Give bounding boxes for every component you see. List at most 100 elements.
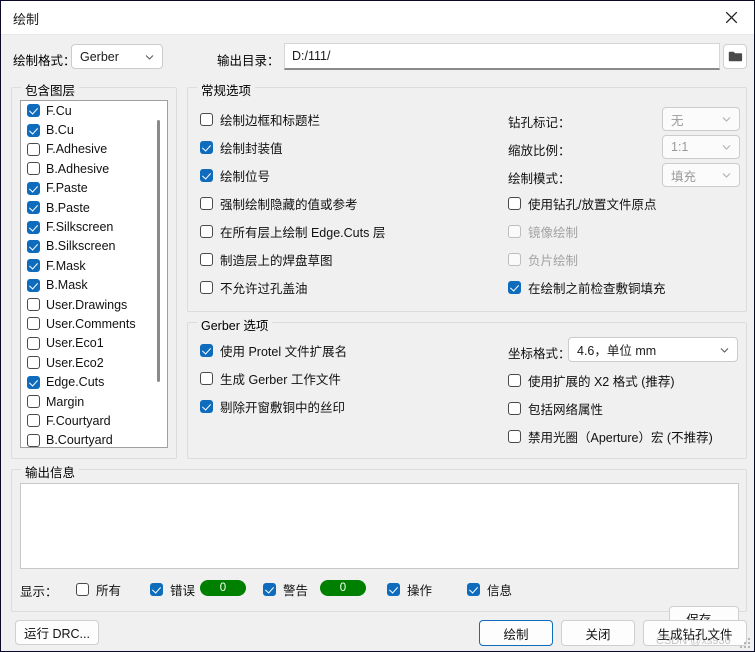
option-gen-right-0[interactable]: 使用钻孔/放置文件原点 <box>508 194 656 213</box>
checkbox-unchecked[interactable] <box>508 430 521 443</box>
output-filter-3[interactable]: 操作 <box>387 580 432 599</box>
scale-select[interactable]: 1:1 <box>662 135 740 159</box>
checkbox-checked[interactable] <box>27 278 40 292</box>
run-drc-button[interactable]: 运行 DRC... <box>15 620 99 645</box>
checkbox-checked[interactable] <box>150 583 163 596</box>
checkbox-checked[interactable] <box>387 583 400 596</box>
checkbox-unchecked[interactable] <box>27 298 40 312</box>
checkbox-unchecked[interactable] <box>76 583 89 596</box>
layer-item-b-adhesive[interactable]: B.Adhesive <box>21 159 167 178</box>
checkbox-checked[interactable] <box>200 141 213 154</box>
browse-output-dir-button[interactable] <box>723 44 747 69</box>
option-ger-right-2[interactable]: 禁用光圈（Aperture）宏 (不推荐) <box>508 427 713 446</box>
layer-item-user-eco2[interactable]: User.Eco2 <box>21 353 167 372</box>
layer-item-margin[interactable]: Margin <box>21 392 167 411</box>
output-filter-0[interactable]: 所有 <box>76 580 121 599</box>
checkbox-unchecked[interactable] <box>508 197 521 210</box>
layer-item-label: F.Mask <box>46 258 86 273</box>
checkbox-checked[interactable] <box>508 281 521 294</box>
folder-icon <box>728 51 742 62</box>
plot-mode-select[interactable]: 填充 <box>662 163 740 187</box>
coord-format-select[interactable]: 4.6，单位 mm <box>568 337 738 362</box>
layer-list[interactable]: F.Cu B.Cu F.Adhesive B.Adhesive F.Paste B.Pas… <box>20 100 168 448</box>
output-log[interactable] <box>20 483 739 569</box>
option-label: 不允许过孔盖油 <box>220 282 308 296</box>
checkbox-unchecked[interactable] <box>200 253 213 266</box>
layer-item-user-comments[interactable]: User.Comments <box>21 314 167 333</box>
checkbox-unchecked[interactable] <box>27 317 40 331</box>
checkbox-unchecked[interactable] <box>27 395 40 409</box>
checkbox-checked[interactable] <box>200 344 213 357</box>
layer-item-edge-cuts[interactable]: Edge.Cuts <box>21 372 167 391</box>
layer-item-user-eco1[interactable]: User.Eco1 <box>21 334 167 353</box>
option-gen-left-6[interactable]: 不允许过孔盖油 <box>200 278 308 297</box>
layer-item-b-silkscreen[interactable]: B.Silkscreen <box>21 237 167 256</box>
option-gen-left-4[interactable]: 在所有层上绘制 Edge.Cuts 层 <box>200 222 385 241</box>
layer-item-f-cu[interactable]: F.Cu <box>21 101 167 120</box>
option-ger-left-2[interactable]: 剔除开窗敷铜中的丝印 <box>200 397 345 416</box>
close-button[interactable] <box>708 1 754 33</box>
layer-item-user-drawings[interactable]: User.Drawings <box>21 295 167 314</box>
layer-item-label: B.Adhesive <box>46 161 110 176</box>
layer-item-b-mask[interactable]: B.Mask <box>21 276 167 295</box>
option-ger-left-1[interactable]: 生成 Gerber 工作文件 <box>200 369 341 388</box>
option-gen-right-3[interactable]: 在绘制之前检查敷铜填充 <box>508 278 666 297</box>
output-dir-input[interactable]: D:/111/ <box>284 43 720 70</box>
option-gen-left-0[interactable]: 绘制边框和标题栏 <box>200 110 320 129</box>
plot-button[interactable]: 绘制 <box>479 620 553 646</box>
checkbox-checked[interactable] <box>27 239 40 253</box>
option-label: 负片绘制 <box>528 254 579 268</box>
option-ger-right-1[interactable]: 包括网络属性 <box>508 399 603 418</box>
checkbox-unchecked[interactable] <box>200 197 213 210</box>
checkbox-unchecked[interactable] <box>200 372 213 385</box>
checkbox-checked[interactable] <box>200 400 213 413</box>
checkbox-unchecked[interactable] <box>27 356 40 370</box>
plot-format-select[interactable]: Gerber <box>71 44 163 69</box>
output-filter-1[interactable]: 错误 <box>150 580 195 599</box>
checkbox-checked[interactable] <box>27 220 40 234</box>
checkbox-checked[interactable] <box>27 259 40 273</box>
option-ger-left-0[interactable]: 使用 Protel 文件扩展名 <box>200 341 347 360</box>
layer-item-b-courtyard[interactable]: B.Courtyard <box>21 431 167 447</box>
checkbox-unchecked[interactable] <box>200 113 213 126</box>
checkbox-unchecked[interactable] <box>508 374 521 387</box>
checkbox-checked[interactable] <box>27 181 40 195</box>
generate-drill-files-button[interactable]: 生成钻孔文件 <box>643 620 747 646</box>
layer-item-b-paste[interactable]: B.Paste <box>21 198 167 217</box>
checkbox-unchecked[interactable] <box>200 225 213 238</box>
close-dialog-button[interactable]: 关闭 <box>561 620 635 646</box>
checkbox-checked[interactable] <box>467 583 480 596</box>
checkbox-checked[interactable] <box>27 201 40 215</box>
checkbox-unchecked[interactable] <box>508 253 521 266</box>
option-label: 强制绘制隐藏的值或参考 <box>220 198 358 212</box>
checkbox-unchecked[interactable] <box>27 433 40 447</box>
option-ger-right-0[interactable]: 使用扩展的 X2 格式 (推荐) <box>508 371 675 390</box>
checkbox-unchecked[interactable] <box>27 414 40 428</box>
layer-item-f-mask[interactable]: F.Mask <box>21 256 167 275</box>
checkbox-checked[interactable] <box>27 375 40 389</box>
layer-item-b-cu[interactable]: B.Cu <box>21 120 167 139</box>
checkbox-checked[interactable] <box>200 169 213 182</box>
layer-item-f-silkscreen[interactable]: F.Silkscreen <box>21 217 167 236</box>
checkbox-unchecked[interactable] <box>27 142 40 156</box>
option-gen-left-5[interactable]: 制造层上的焊盘草图 <box>200 250 333 269</box>
drill-marks-select[interactable]: 无 <box>662 107 740 131</box>
checkbox-checked[interactable] <box>27 104 40 118</box>
layer-item-f-adhesive[interactable]: F.Adhesive <box>21 140 167 159</box>
option-label: 绘制位号 <box>220 170 271 184</box>
checkbox-unchecked[interactable] <box>200 281 213 294</box>
layer-item-f-paste[interactable]: F.Paste <box>21 179 167 198</box>
checkbox-unchecked[interactable] <box>27 162 40 176</box>
resize-grip[interactable] <box>740 638 750 648</box>
option-gen-left-3[interactable]: 强制绘制隐藏的值或参考 <box>200 194 358 213</box>
layer-item-f-courtyard[interactable]: F.Courtyard <box>21 411 167 430</box>
option-gen-left-1[interactable]: 绘制封装值 <box>200 138 283 157</box>
option-gen-left-2[interactable]: 绘制位号 <box>200 166 270 185</box>
checkbox-unchecked[interactable] <box>508 225 521 238</box>
output-filter-4[interactable]: 信息 <box>467 580 512 599</box>
checkbox-unchecked[interactable] <box>27 336 40 350</box>
checkbox-unchecked[interactable] <box>508 402 521 415</box>
checkbox-checked[interactable] <box>263 583 276 596</box>
output-filter-2[interactable]: 警告 <box>263 580 308 599</box>
checkbox-checked[interactable] <box>27 123 40 137</box>
